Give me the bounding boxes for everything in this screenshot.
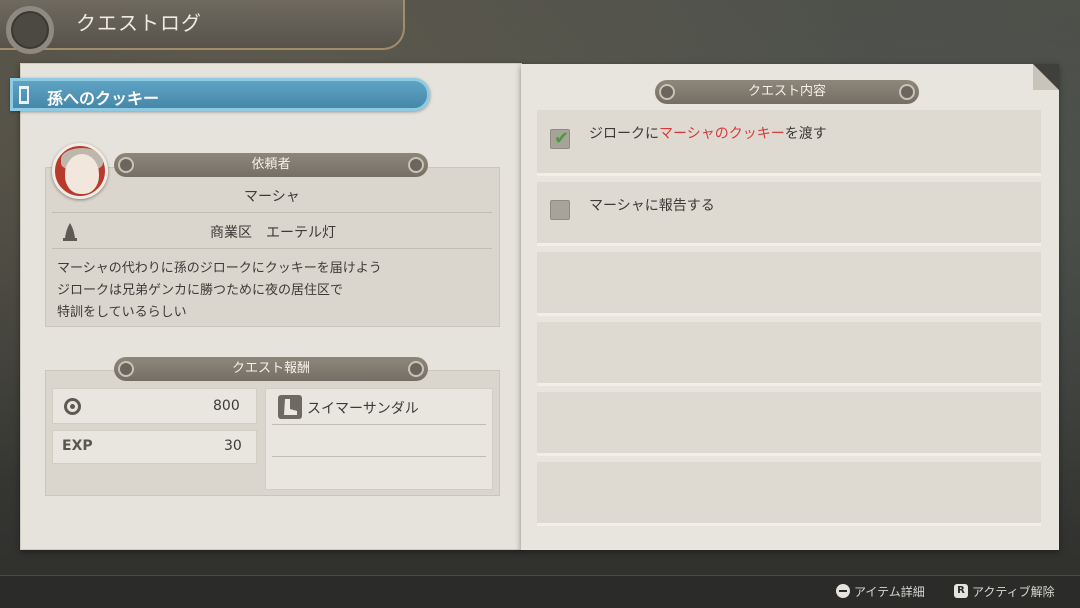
divider [272,424,486,425]
objective-text: マーシャに報告する [589,198,715,214]
coin-icon [64,398,81,415]
description-line: ジロークは兄弟ゲンカに勝つために夜の居住区で [57,283,344,298]
pill-dot-icon [118,157,134,173]
pill-dot-icon [408,361,424,377]
r-button-icon: R [954,584,968,598]
requester-heading-label: 依頼者 [251,157,291,172]
objective-text-part: を渡す [784,126,827,142]
divider [52,212,492,213]
objective-row-empty [537,322,1041,386]
objective-checkbox: ✔ [550,128,570,149]
objective-row-empty [537,392,1041,456]
requester-location: 商業区 エーテル灯 [210,225,336,241]
avatar-face [65,154,99,194]
objective-checkbox [550,200,570,220]
quest-title: 孫へのクッキー [47,89,160,108]
rewards-heading-label: クエスト報酬 [231,361,310,376]
page-curl [1033,64,1059,90]
quest-description: マーシャの代わりに孫のジロークにクッキーを届けよう ジロークは兄弟ゲンカに勝つた… [57,258,382,324]
pill-dot-icon [659,84,675,100]
item-reward-name[interactable]: スイマーサンダル [307,398,419,418]
exp-value: 30 [224,438,242,454]
item-detail-hint[interactable]: アイテム詳細 [854,583,925,600]
description-line: マーシャの代わりに孫のジロークにクッキーを届けよう [57,261,382,276]
pill-dot-icon [408,157,424,173]
objective-text-part: ジロークに [589,126,659,142]
objective-text: ジロークにマーシャのクッキーを渡す [589,123,827,143]
active-cancel-hint[interactable]: アクティブ解除 [972,583,1055,600]
details-heading-label: クエスト内容 [747,84,826,99]
divider [272,456,486,457]
requester-avatar [52,143,108,199]
quest-title-tab[interactable]: 孫へのクッキー [10,78,430,111]
description-line: 特訓をしているらしい [57,305,187,320]
header-ring-icon [6,6,54,54]
requester-name: マーシャ [244,189,300,205]
pill-dot-icon [118,361,134,377]
objective-row-empty [537,462,1041,526]
requester-heading: 依頼者 [114,153,428,177]
money-value: 800 [213,398,240,414]
divider [52,248,492,249]
minus-button-icon [836,584,850,598]
location-icon [63,223,77,241]
pill-dot-icon [899,84,915,100]
screen-header: クエストログ [0,0,405,54]
screen-title: クエストログ [76,11,202,35]
sandal-icon [278,395,302,419]
check-icon: ✔ [554,128,570,149]
objective-highlight: マーシャのクッキー [659,126,785,142]
hourglass-icon [19,86,29,104]
details-heading: クエスト内容 [655,80,919,104]
objective-row [537,110,1041,176]
objective-row-empty [537,252,1041,316]
exp-label: EXP [62,438,93,454]
rewards-heading: クエスト報酬 [114,357,428,381]
